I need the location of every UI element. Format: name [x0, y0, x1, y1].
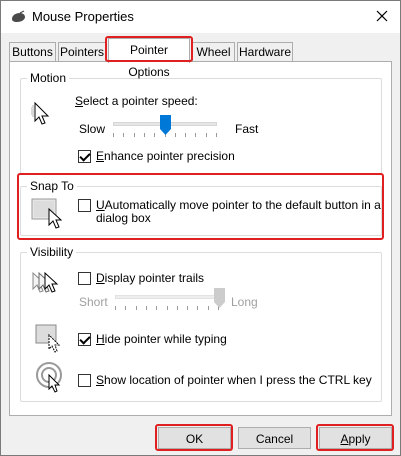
slow-label: Slow [79, 122, 106, 136]
enhance-precision-label: Enhance pointer precision [96, 149, 235, 163]
snap-to-button-icon [31, 198, 63, 229]
pointer-trails-checkbox[interactable] [78, 272, 91, 285]
trail-length-track [115, 295, 219, 299]
slider-tick [156, 306, 157, 310]
pointer-speed-label: Select a pointer speed: [75, 94, 198, 108]
pointer-speed-icon [31, 101, 50, 125]
pointer-trails-label: Display pointer trails [96, 271, 205, 285]
slider-tick [187, 306, 188, 310]
snap-to-group: Snap To UAutomatically move pointer to t… [20, 179, 382, 236]
hide-pointer-label: Hide pointer while typing [96, 332, 227, 346]
slider-tick [146, 306, 147, 310]
tab-pointers[interactable]: Pointers [58, 42, 106, 62]
slider-tick [167, 306, 168, 310]
slider-tick [185, 133, 186, 137]
slider-tick [136, 306, 137, 310]
cancel-button[interactable]: Cancel [238, 427, 311, 449]
trail-length-ticks [115, 306, 219, 310]
motion-group-label: Motion [27, 71, 70, 85]
tab-hardware[interactable]: Hardware [237, 42, 293, 62]
show-location-icon [36, 362, 62, 393]
slider-tick [123, 133, 124, 137]
slider-tick [195, 133, 196, 137]
close-button[interactable] [367, 3, 397, 29]
snap-to-checkbox[interactable] [78, 199, 91, 212]
slider-tick [177, 306, 178, 310]
slider-tick [208, 306, 209, 310]
ok-button[interactable]: OK [158, 427, 231, 449]
snap-to-label-line2: dialog box [96, 211, 151, 225]
hide-pointer-checkbox[interactable] [78, 333, 91, 346]
short-label: Short [79, 295, 108, 309]
pointer-speed-slider[interactable] [160, 115, 171, 135]
window-title: Mouse Properties [32, 9, 134, 24]
slider-tick [216, 133, 217, 137]
slider-tick [144, 133, 145, 137]
visibility-group-label: Visibility [27, 245, 77, 259]
mouse-properties-window: Mouse Properties Buttons Pointers Pointe… [0, 0, 401, 456]
tab-buttons[interactable]: Buttons [9, 42, 56, 62]
pointer-options-panel: Motion Select a pointer speed: Slow Fast… [9, 61, 392, 416]
long-label: Long [231, 295, 258, 309]
tab-wheel[interactable]: Wheel [192, 42, 235, 62]
slider-tick [115, 306, 116, 310]
visibility-group: Visibility Display pointer trails Short … [20, 245, 382, 402]
fast-label: Fast [235, 122, 259, 136]
trail-length-slider[interactable] [214, 288, 225, 308]
snap-to-group-label: Snap To [27, 179, 77, 193]
tab-pointer-options[interactable]: Pointer Options [108, 38, 190, 79]
apply-button[interactable]: Apply [319, 427, 392, 449]
slider-tick [154, 133, 155, 137]
close-icon [376, 10, 388, 22]
show-location-label: Show location of pointer when I press th… [96, 373, 372, 387]
title-bar: Mouse Properties [1, 1, 400, 33]
mouse-icon [12, 10, 25, 22]
slider-tick [113, 133, 114, 137]
slider-tick [206, 133, 207, 137]
slider-tick [125, 306, 126, 310]
slider-tick [134, 133, 135, 137]
enhance-precision-checkbox[interactable] [78, 150, 91, 163]
slider-tick [175, 133, 176, 137]
show-location-checkbox[interactable] [78, 374, 91, 387]
hide-pointer-icon [35, 324, 61, 353]
snap-to-label-line1: UAutomatically move pointer to the defau… [96, 198, 381, 212]
slider-tick [197, 306, 198, 310]
pointer-trails-icon [32, 271, 59, 293]
motion-group: Motion Select a pointer speed: Slow Fast… [20, 71, 382, 174]
